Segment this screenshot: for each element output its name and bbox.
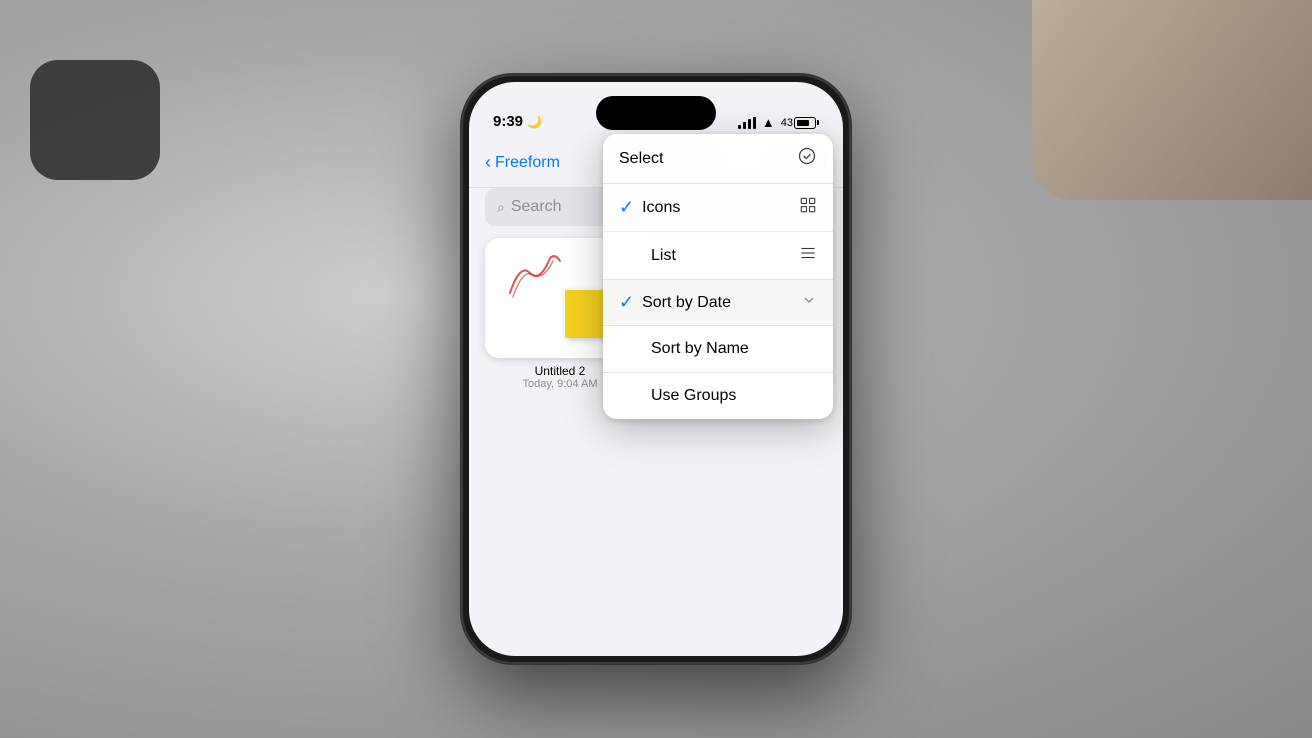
battery-icon: 43 (781, 117, 819, 129)
board-date: Today, 9:04 AM (522, 378, 597, 390)
moon-icon: 🌙 (527, 115, 542, 129)
battery-fill (797, 120, 809, 126)
time-display: 9:39 (493, 113, 523, 130)
menu-section-groups: Use Groups (603, 373, 833, 419)
select-circle-icon (797, 146, 817, 171)
menu-item-list-label: List (651, 247, 799, 265)
back-label: Freeform (495, 154, 560, 172)
menu-item-select[interactable]: Select (603, 134, 833, 183)
menu-item-icons-label: Icons (642, 199, 799, 217)
menu-item-icons[interactable]: ✓ Icons (603, 184, 833, 232)
battery-tip (817, 120, 819, 125)
phone-frame: 9:39 🌙 ▲ 43 (461, 74, 851, 664)
status-icons: ▲ 43 (738, 115, 819, 130)
back-chevron-icon: ‹ (485, 152, 491, 173)
battery-body (794, 117, 816, 129)
search-placeholder: Search (511, 198, 562, 216)
menu-item-sort-name-label: Sort by Name (651, 340, 817, 358)
dynamic-island (596, 96, 716, 130)
phone-wrapper: 9:39 🌙 ▲ 43 (461, 74, 851, 664)
back-button[interactable]: ‹ Freeform (485, 152, 560, 173)
phone-screen: 9:39 🌙 ▲ 43 (469, 82, 843, 656)
menu-item-select-label: Select (619, 150, 797, 168)
board-label: Untitled 2 (535, 364, 586, 378)
bg-blob (30, 60, 160, 180)
sort-date-chevron-icon (801, 292, 817, 313)
menu-item-list[interactable]: List (603, 232, 833, 279)
bg-corner (1032, 0, 1312, 200)
menu-item-sort-name[interactable]: Sort by Name (603, 326, 833, 372)
sort-date-check-icon: ✓ (619, 292, 634, 313)
menu-item-use-groups[interactable]: Use Groups (603, 373, 833, 419)
grid-icon (799, 196, 817, 219)
menu-item-sort-date-label: Sort by Date (642, 294, 801, 312)
dropdown-menu: Select ✓ Icons (603, 134, 833, 419)
sketch-svg (505, 253, 565, 303)
status-time: 9:39 🌙 (493, 113, 542, 130)
search-icon: ⌕ (497, 199, 505, 216)
list-icon (799, 244, 817, 267)
menu-section-view: ✓ Icons List (603, 184, 833, 280)
wifi-icon: ▲ (762, 115, 775, 130)
menu-item-use-groups-label: Use Groups (651, 387, 817, 405)
battery-percent: 43 (781, 117, 793, 129)
icons-check-icon: ✓ (619, 197, 634, 218)
menu-section-sort: ✓ Sort by Date Sort by Name (603, 280, 833, 373)
signal-icon (738, 117, 756, 129)
menu-section-select: Select (603, 134, 833, 184)
menu-item-sort-date[interactable]: ✓ Sort by Date (603, 280, 833, 326)
